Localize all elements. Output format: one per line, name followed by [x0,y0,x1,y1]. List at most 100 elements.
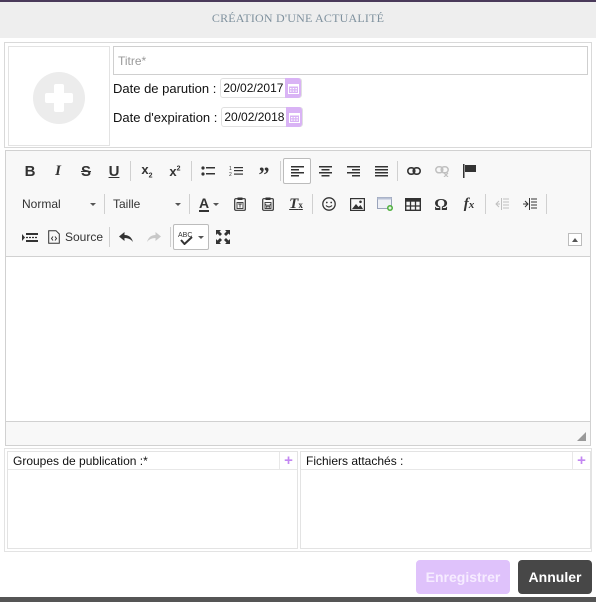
align-right-button[interactable] [339,158,367,184]
add-group-button[interactable]: + [279,452,297,469]
lists-section: Groupes de publication :* + Fichiers att… [4,448,592,552]
image-icon [349,197,365,211]
format-select[interactable]: Normal [16,192,102,216]
underline-icon: U [108,162,120,180]
rich-text-editor: B I S U x2 x2 12 ” Normal Taille A Tx Ω … [5,150,591,446]
bold-icon: B [24,162,36,180]
spellcheck-button[interactable]: ABC [173,224,210,250]
source-label: Source [65,230,104,244]
expiration-date-input[interactable] [222,108,287,126]
link-button[interactable] [400,158,428,184]
show-blocks-icon [22,232,38,242]
expiration-date-row: Date d'expiration : [113,106,304,128]
iframe-icon [376,197,393,211]
show-blocks-button[interactable] [16,224,44,250]
toolbar-separator [109,227,111,247]
anchor-button[interactable] [456,158,484,184]
smiley-button[interactable] [315,191,343,217]
toolbar-row-1: B I S U x2 x2 12 ” [16,157,484,187]
numbered-list-button[interactable]: 12 [222,158,250,184]
expiration-date-field [221,107,304,127]
strikethrough-icon: S [80,162,91,180]
bold-button[interactable]: B [16,158,44,184]
title-input[interactable] [113,46,588,75]
image-button[interactable] [343,191,371,217]
formula-button[interactable]: fx [455,191,483,217]
source-button[interactable]: Source [44,224,107,250]
toolbar-separator [280,161,281,181]
decrease-indent-button[interactable] [488,191,516,217]
toolbar-separator [170,227,172,247]
expiration-date-picker-button[interactable] [286,107,303,127]
toolbar-separator [189,194,190,214]
add-circle-icon [33,72,85,124]
modal-title: CRÉATION D'UNE ACTUALITÉ [211,11,385,25]
align-left-button[interactable] [283,158,311,184]
omega-icon: Ω [434,194,448,214]
news-meta-section: Date de parution : Date d'expiration : [4,42,592,148]
paste-word-icon [262,197,274,211]
attachments-title: Fichiers attachés : [306,453,404,468]
add-attachment-button[interactable]: + [572,452,590,469]
attachments-header: Fichiers attachés : + [301,452,590,470]
publication-date-picker-button[interactable] [285,78,302,98]
toolbar-separator [546,194,547,214]
toolbar-row-3: Source ABC [16,223,237,251]
blockquote-button[interactable]: ” [250,158,278,187]
justify-button[interactable] [367,158,395,184]
link-icon [407,167,421,175]
formula-icon: fx [463,195,475,212]
text-color-button[interactable]: A [192,191,226,217]
size-select[interactable]: Taille [107,192,187,216]
unlink-button[interactable] [428,158,456,184]
quote-icon: ” [258,162,270,187]
editor-toolbar: B I S U x2 x2 12 ” Normal Taille A Tx Ω … [6,151,590,257]
maximize-button[interactable] [209,224,237,250]
iframe-button[interactable] [371,191,399,217]
smiley-icon [322,197,336,211]
superscript-icon: x2 [169,163,181,179]
paste-text-button[interactable] [226,191,254,217]
publication-date-input[interactable] [221,79,286,97]
italic-button[interactable]: I [44,158,72,184]
paste-word-button[interactable] [254,191,282,217]
increase-indent-button[interactable] [516,191,544,217]
collapse-toolbar-button[interactable] [568,233,582,246]
cancel-button[interactable]: Annuler [518,560,592,594]
special-char-button[interactable]: Ω [427,191,455,217]
undo-button[interactable] [112,224,140,250]
underline-button[interactable]: U [100,158,128,184]
remove-format-button[interactable]: Tx [282,191,310,217]
chevron-down-icon [198,235,205,239]
maximize-icon [216,230,231,244]
editor-footer [6,421,590,445]
chevron-down-icon [213,202,220,206]
publication-date-label: Date de parution : [113,80,217,96]
toolbar-separator [104,194,105,214]
editor-content-area[interactable] [6,258,590,420]
outdent-icon [495,198,509,210]
attachments-panel: Fichiers attachés : + [300,451,591,549]
subscript-button[interactable]: x2 [133,158,161,184]
toolbar-separator [191,161,192,181]
thumbnail-upload[interactable] [8,46,110,146]
toolbar-separator [485,194,486,214]
bulleted-list-button[interactable] [194,158,222,184]
redo-button[interactable] [140,224,168,250]
svg-text:2: 2 [229,172,232,177]
source-icon [48,230,60,244]
table-button[interactable] [399,191,427,217]
chevron-down-icon [90,202,96,206]
resize-handle[interactable] [577,432,586,441]
superscript-button[interactable]: x2 [161,158,189,184]
modal-header: CRÉATION D'UNE ACTUALITÉ [0,2,596,38]
undo-icon [119,231,134,242]
chevron-down-icon [175,202,181,206]
publication-groups-panel: Groupes de publication :* + [7,451,298,549]
indent-icon [523,198,537,210]
strikethrough-button[interactable]: S [72,158,100,184]
align-center-button[interactable] [311,158,339,184]
numbered-list-icon: 12 [229,166,243,177]
save-button[interactable]: Enregistrer [416,560,510,594]
align-left-icon [290,165,304,176]
